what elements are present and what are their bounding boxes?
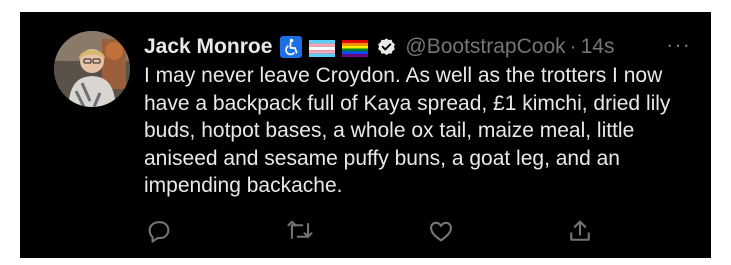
header-separator: · [569, 35, 577, 58]
avatar[interactable] [54, 31, 130, 107]
tweet-actions [144, 216, 594, 246]
tweet-text: I may never leave Croydon. As well as th… [144, 64, 671, 197]
tweet-header: Jack Monroe @BootstrapCook · 14s ··· [144, 32, 691, 62]
share-icon[interactable] [565, 216, 595, 246]
like-icon[interactable] [426, 216, 456, 246]
reply-icon[interactable] [144, 216, 174, 246]
more-options-icon[interactable]: ··· [666, 32, 691, 58]
verified-badge-icon[interactable] [376, 37, 397, 58]
avatar-image [54, 31, 130, 107]
tweet-timestamp[interactable]: 14s [581, 35, 615, 59]
author-handle[interactable]: @BootstrapCook [405, 35, 565, 59]
author-name[interactable]: Jack Monroe [144, 35, 272, 59]
rainbow-flag-icon [342, 39, 369, 57]
wheelchair-icon [280, 36, 303, 58]
trans-flag-icon [309, 39, 336, 57]
tweet-card[interactable]: Jack Monroe @BootstrapCook · 14s ··· I m… [20, 12, 711, 258]
retweet-icon[interactable] [285, 216, 315, 246]
